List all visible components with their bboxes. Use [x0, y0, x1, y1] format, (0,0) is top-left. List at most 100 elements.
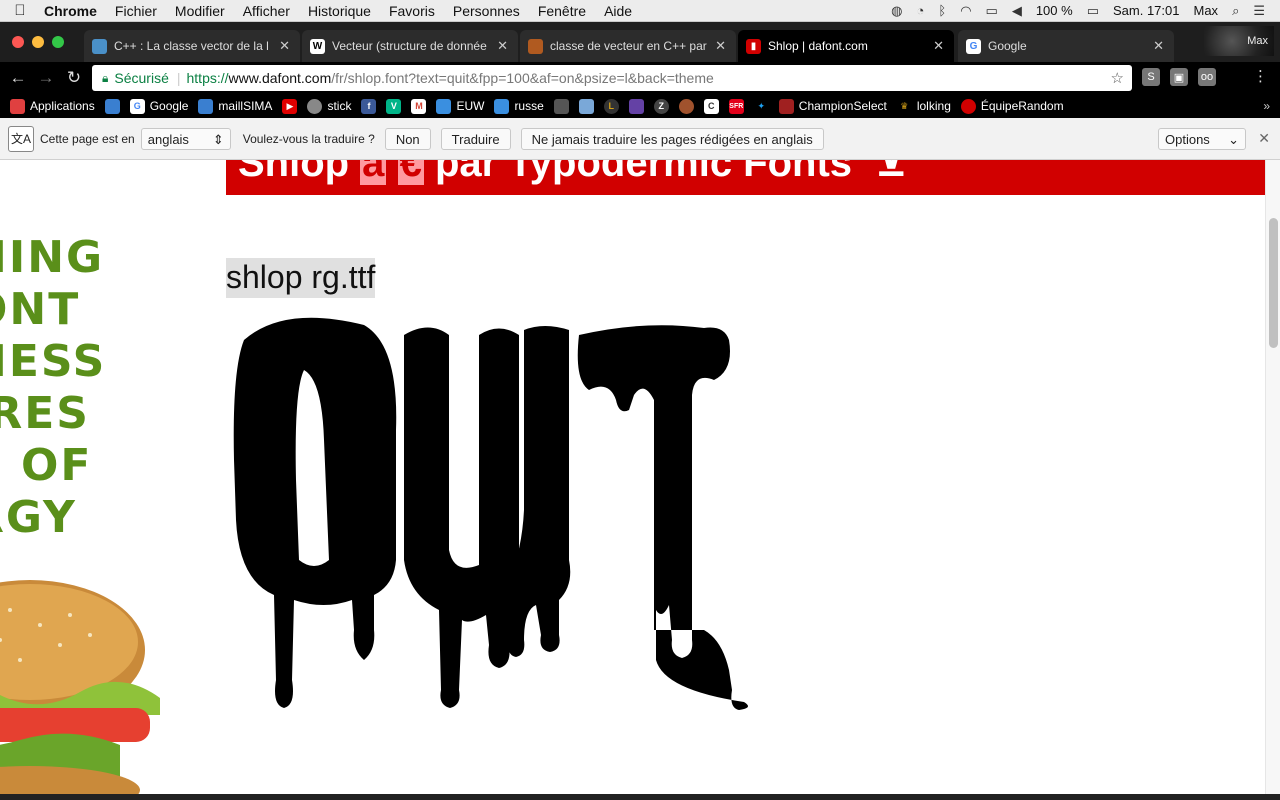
bookmark-twitter[interactable]: ✦ [754, 99, 769, 114]
page-scrollbar[interactable] [1265, 160, 1280, 800]
chrome-menu-icon[interactable]: ⋮ [1253, 67, 1268, 85]
extension-shield-icon[interactable]: ▣ [1170, 68, 1188, 86]
more-bookmarks-icon[interactable]: » [1263, 99, 1270, 113]
forward-icon[interactable]: → [32, 68, 60, 88]
close-tab-icon[interactable]: ✕ [497, 38, 508, 54]
bookmark-label: Applications [30, 99, 95, 113]
donate-badge[interactable]: € [397, 160, 424, 185]
bookmark-russe[interactable]: russe [494, 98, 544, 114]
bookmark-gmail[interactable]: M [411, 98, 427, 114]
bookmark-lolking-crown[interactable]: ♛ lolking [897, 99, 951, 114]
bookmark-sfr[interactable]: SFR [728, 98, 744, 114]
apple-menu-icon[interactable]:  [0, 2, 40, 19]
skill-icon [553, 98, 569, 114]
reload-icon[interactable]: ↻ [60, 68, 88, 88]
extension-oo-icon[interactable]: oo [1198, 68, 1216, 86]
battery-percent[interactable]: 100 % [1029, 3, 1080, 18]
airplay-icon[interactable]: ▭ [979, 3, 1005, 19]
close-window-icon[interactable] [12, 36, 24, 48]
team-icon [960, 98, 976, 114]
menu-aide[interactable]: Aide [595, 3, 641, 19]
zoom-window-icon[interactable] [52, 36, 64, 48]
menu-fenetre[interactable]: Fenêtre [529, 3, 595, 19]
bookmark-facebook[interactable]: f [361, 98, 377, 114]
apps-grid-icon [10, 98, 25, 114]
extension-s-icon[interactable]: S [1142, 68, 1160, 86]
menu-app-name[interactable]: Chrome [40, 3, 106, 19]
close-tab-icon[interactable]: ✕ [933, 38, 944, 54]
bookmark-label: ChampionSelect [798, 99, 887, 113]
no-button[interactable]: Non [384, 127, 431, 150]
tab-classe-vecteur[interactable]: classe de vecteur en C++ par ✕ [520, 30, 736, 62]
bookmark-star-icon[interactable]: ☆ [1111, 69, 1124, 87]
tab-google[interactable]: G Google ✕ [958, 30, 1174, 62]
bookmark-zed[interactable]: Z [653, 98, 669, 114]
bluetooth-icon[interactable]: ᛒ [931, 3, 953, 18]
tab-shlop-dafont[interactable]: ▮ Shlop | dafont.com ✕ [738, 30, 954, 62]
bookmark-twitch[interactable] [628, 98, 644, 114]
bookmark-maillsima[interactable]: maillSIMA [198, 98, 272, 114]
bookmark-euw[interactable]: EUW [436, 98, 484, 114]
close-tab-icon[interactable]: ✕ [715, 38, 726, 54]
battery-icon[interactable]: ▭ [1080, 3, 1106, 19]
ad-line: NESS [0, 336, 107, 387]
menu-afficher[interactable]: Afficher [234, 3, 299, 19]
clock[interactable]: Sam. 17:01 [1106, 3, 1187, 18]
user-name[interactable]: Max [1187, 3, 1226, 18]
time-machine-icon[interactable]: ◔ [910, 3, 932, 18]
bookmark-championselect[interactable]: ChampionSelect [778, 98, 887, 114]
translate-button[interactable]: Traduire [440, 127, 511, 150]
menu-historique[interactable]: Historique [299, 3, 380, 19]
menu-modifier[interactable]: Modifier [166, 3, 234, 19]
secure-label[interactable]: Sécurisé [114, 70, 168, 86]
font-file-name: shlop rg.ttf [226, 258, 376, 298]
bookmark-stick[interactable]: stick [307, 98, 351, 114]
bookmarks-bar: Applications G Google maillSIMA ▶ stick … [0, 94, 1280, 118]
facebook-icon: f [361, 98, 377, 114]
bookmark-google[interactable]: G Google [129, 98, 189, 114]
menu-personnes[interactable]: Personnes [444, 3, 529, 19]
league-icon [578, 98, 594, 114]
minimize-window-icon[interactable] [32, 36, 44, 48]
wifi-icon[interactable]: ◠ [953, 3, 978, 19]
font-header-banner[interactable]: Shlop à € par Typodermic Fonts ⊻ [226, 160, 1265, 195]
close-tab-icon[interactable]: ✕ [1153, 38, 1164, 54]
bookmark-equiperandom[interactable]: ÉquipeRandom [960, 98, 1064, 114]
menu-favoris[interactable]: Favoris [380, 3, 444, 19]
back-icon[interactable]: ← [4, 68, 32, 88]
notification-center-icon[interactable]: ☰ [1246, 3, 1272, 19]
bookmark-vine[interactable]: V [386, 98, 402, 114]
menu-fichier[interactable]: Fichier [106, 3, 166, 19]
bookmark-poop[interactable] [678, 98, 694, 114]
never-translate-button[interactable]: Ne jamais traduire les pages rédigées en… [520, 127, 824, 150]
bookmark-lol[interactable] [104, 98, 120, 114]
font-author[interactable]: par Typodermic Fonts [424, 160, 852, 185]
tab-cpp-vector[interactable]: C++ : La classe vector de la l ✕ [84, 30, 300, 62]
tab-vecteur-wiki[interactable]: W Vecteur (structure de donnée ✕ [302, 30, 518, 62]
bookmark-lolking[interactable]: L [603, 98, 619, 114]
bookmark-skill[interactable] [553, 98, 569, 114]
twitch-icon [628, 98, 644, 114]
close-translate-icon[interactable]: ✕ [1258, 130, 1270, 147]
burger-ad-image[interactable] [0, 580, 160, 800]
bookmark-league[interactable] [578, 98, 594, 114]
stick-icon [307, 98, 323, 114]
vpn-icon[interactable]: ◍ [884, 3, 909, 19]
options-select[interactable]: Options ⌄ [1158, 128, 1246, 150]
spotlight-icon[interactable]: ⌕ [1225, 3, 1246, 19]
lock-icon[interactable]: 🔒︎ [102, 71, 108, 86]
volume-icon[interactable]: ◀ [1005, 3, 1029, 19]
bookmark-applications[interactable]: Applications [10, 98, 95, 114]
bookmark-youtube[interactable]: ▶ [282, 98, 298, 114]
scrollbar-thumb[interactable] [1269, 218, 1278, 348]
download-fr-badge[interactable]: à [360, 160, 387, 185]
source-language-select[interactable]: anglais ⇕ [140, 127, 231, 150]
address-bar[interactable]: 🔒︎ Sécurisé | https:// www.dafont.com /f… [92, 65, 1132, 91]
ad-banner-text[interactable]: NING ONT NESS IRES S OF RGY [0, 232, 130, 544]
profile-button[interactable]: Max [1204, 26, 1274, 56]
macos-menu-bar:  Chrome Fichier Modifier Afficher Histo… [0, 0, 1280, 22]
close-tab-icon[interactable]: ✕ [279, 38, 290, 54]
bookmark-label: Google [149, 99, 189, 113]
download-icon[interactable]: ⊻ [875, 160, 907, 185]
bookmark-c[interactable]: C [703, 98, 719, 114]
